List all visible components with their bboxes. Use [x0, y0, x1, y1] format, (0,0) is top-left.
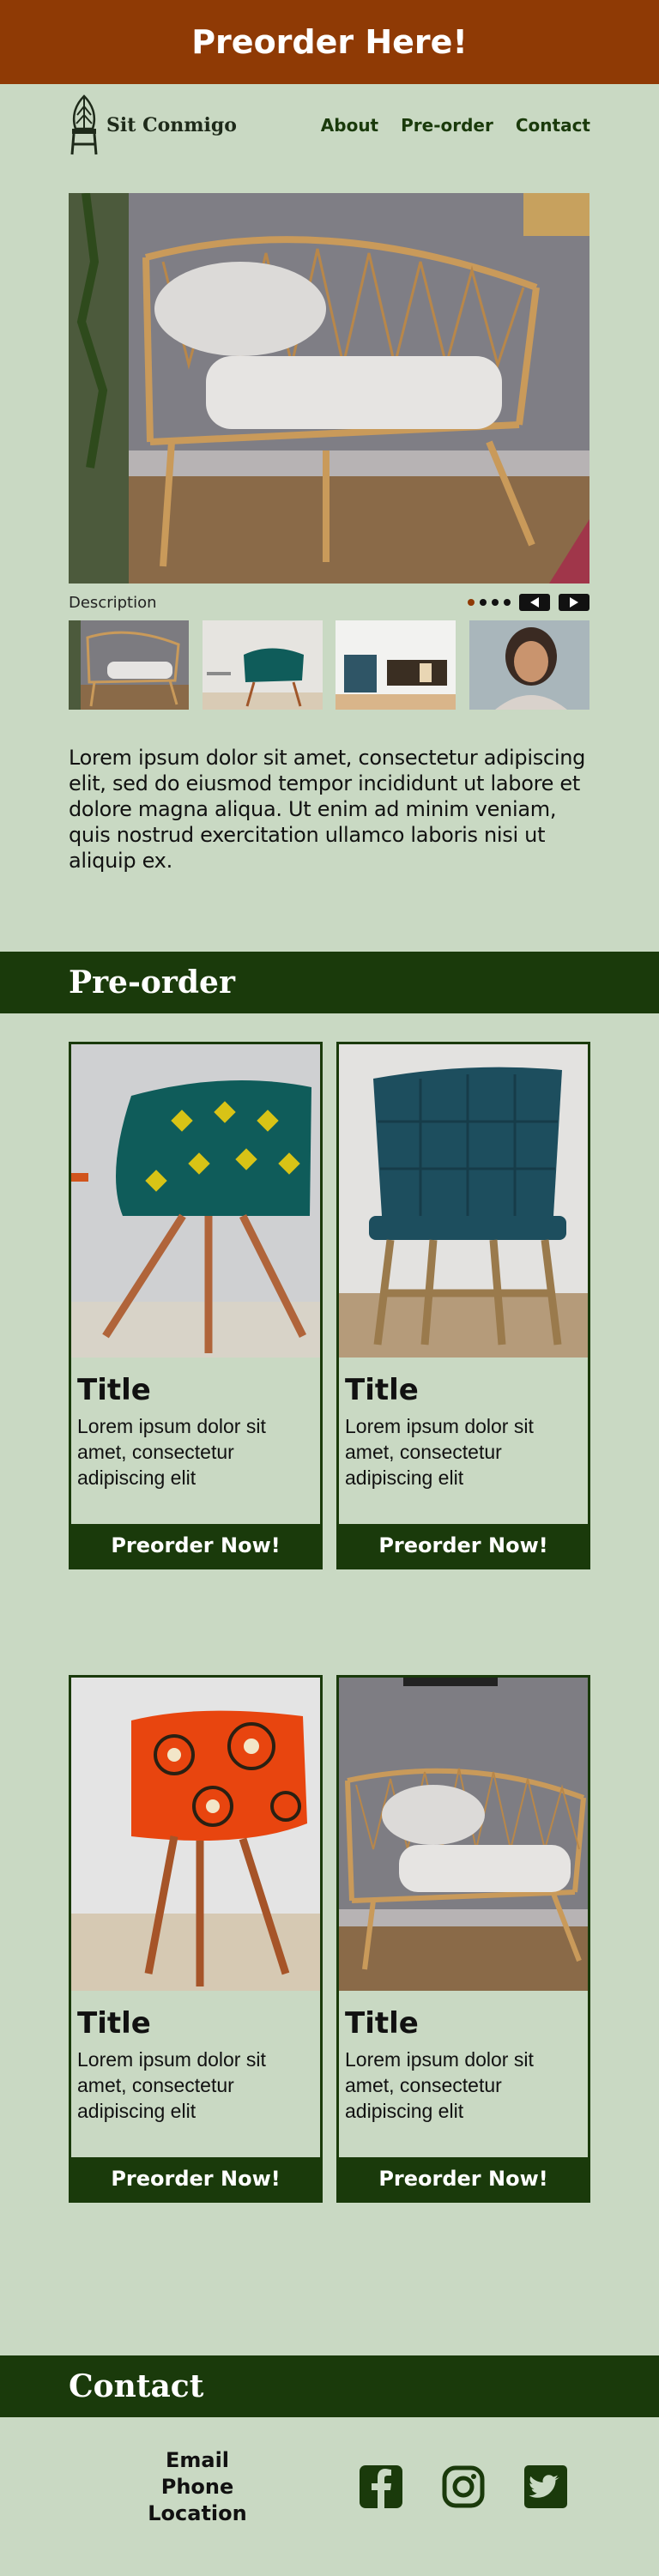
thumbnail-strip [69, 620, 589, 710]
preorder-now-button[interactable]: Preorder Now! [339, 2157, 588, 2200]
thumbnail-green-chair[interactable] [202, 620, 323, 710]
gallery-controls: Description [69, 592, 589, 613]
slide-dot-4[interactable] [504, 599, 511, 606]
chair-logo-icon [70, 94, 98, 155]
product-card: Title Lorem ipsum dolor sit amet, consec… [69, 1042, 323, 1569]
next-slide-button[interactable] [559, 594, 589, 611]
product-image-blue-chair[interactable] [339, 1044, 588, 1358]
preorder-now-button[interactable]: Preorder Now! [71, 1524, 320, 1567]
product-description: Lorem ipsum dolor sit amet, consectetur … [77, 2048, 266, 2122]
prev-slide-button[interactable] [519, 594, 550, 611]
product-card: Title Lorem ipsum dolor sit amet, consec… [69, 1675, 323, 2203]
contact-phone[interactable]: Phone [129, 2474, 266, 2500]
banner-text: Preorder Here! [191, 23, 468, 61]
product-card: Title Lorem ipsum dolor sit amet, consec… [336, 1042, 590, 1569]
preorder-now-button[interactable]: Preorder Now! [339, 1524, 588, 1567]
product-title: Title [345, 2006, 419, 2041]
product-title: Title [345, 1373, 419, 1407]
product-card: Title Lorem ipsum dolor sit amet, consec… [336, 1675, 590, 2203]
product-description: Lorem ipsum dolor sit amet, consectetur … [345, 2048, 534, 2122]
facebook-icon[interactable] [359, 2464, 403, 2509]
description-label: Description [69, 593, 157, 612]
product-description: Lorem ipsum dolor sit amet, consectetur … [345, 1415, 534, 1489]
product-image-rattan-chair[interactable] [339, 1678, 588, 1991]
twitter-icon[interactable] [523, 2464, 568, 2509]
preorder-now-button[interactable]: Preorder Now! [71, 2157, 320, 2200]
thumbnail-portrait[interactable] [469, 620, 589, 710]
product-title: Title [77, 2006, 151, 2041]
contact-email[interactable]: Email [129, 2447, 266, 2474]
hero-image [69, 193, 589, 584]
contact-section-header: Contact [0, 2355, 659, 2417]
nav-link-preorder[interactable]: Pre-order [401, 115, 493, 136]
preorder-banner[interactable]: Preorder Here! [0, 0, 659, 84]
slide-dot-1[interactable] [468, 599, 475, 606]
brand-name: Sit Conmigo [106, 114, 237, 136]
nav-link-about[interactable]: About [321, 115, 378, 136]
intro-paragraph: Lorem ipsum dolor sit amet, consectetur … [69, 746, 586, 873]
product-title: Title [77, 1373, 151, 1407]
arrow-left-icon [530, 597, 539, 608]
brand[interactable]: Sit Conmigo [69, 94, 237, 156]
instagram-icon[interactable] [441, 2464, 486, 2509]
thumbnail-rattan-chair[interactable] [69, 620, 189, 710]
arrow-right-icon [570, 597, 578, 608]
thumbnail-sideboard[interactable] [336, 620, 456, 710]
preorder-heading: Pre-order [69, 964, 235, 1001]
preorder-section-header: Pre-order [0, 952, 659, 1013]
site-header: Sit Conmigo About Pre-order Contact [69, 93, 590, 158]
slide-dot-3[interactable] [492, 599, 499, 606]
product-image-orange-chair[interactable] [71, 1678, 320, 1991]
product-description: Lorem ipsum dolor sit amet, consectetur … [77, 1415, 266, 1489]
nav-menu: About Pre-order Contact [321, 115, 590, 136]
contact-details: Email Phone Location [129, 2447, 266, 2527]
contact-location[interactable]: Location [129, 2500, 266, 2527]
product-image-pattern-chair[interactable] [71, 1044, 320, 1358]
slider-navigation [468, 594, 589, 611]
contact-heading: Contact [69, 2368, 204, 2404]
slide-dot-2[interactable] [480, 599, 487, 606]
nav-link-contact[interactable]: Contact [516, 115, 590, 136]
